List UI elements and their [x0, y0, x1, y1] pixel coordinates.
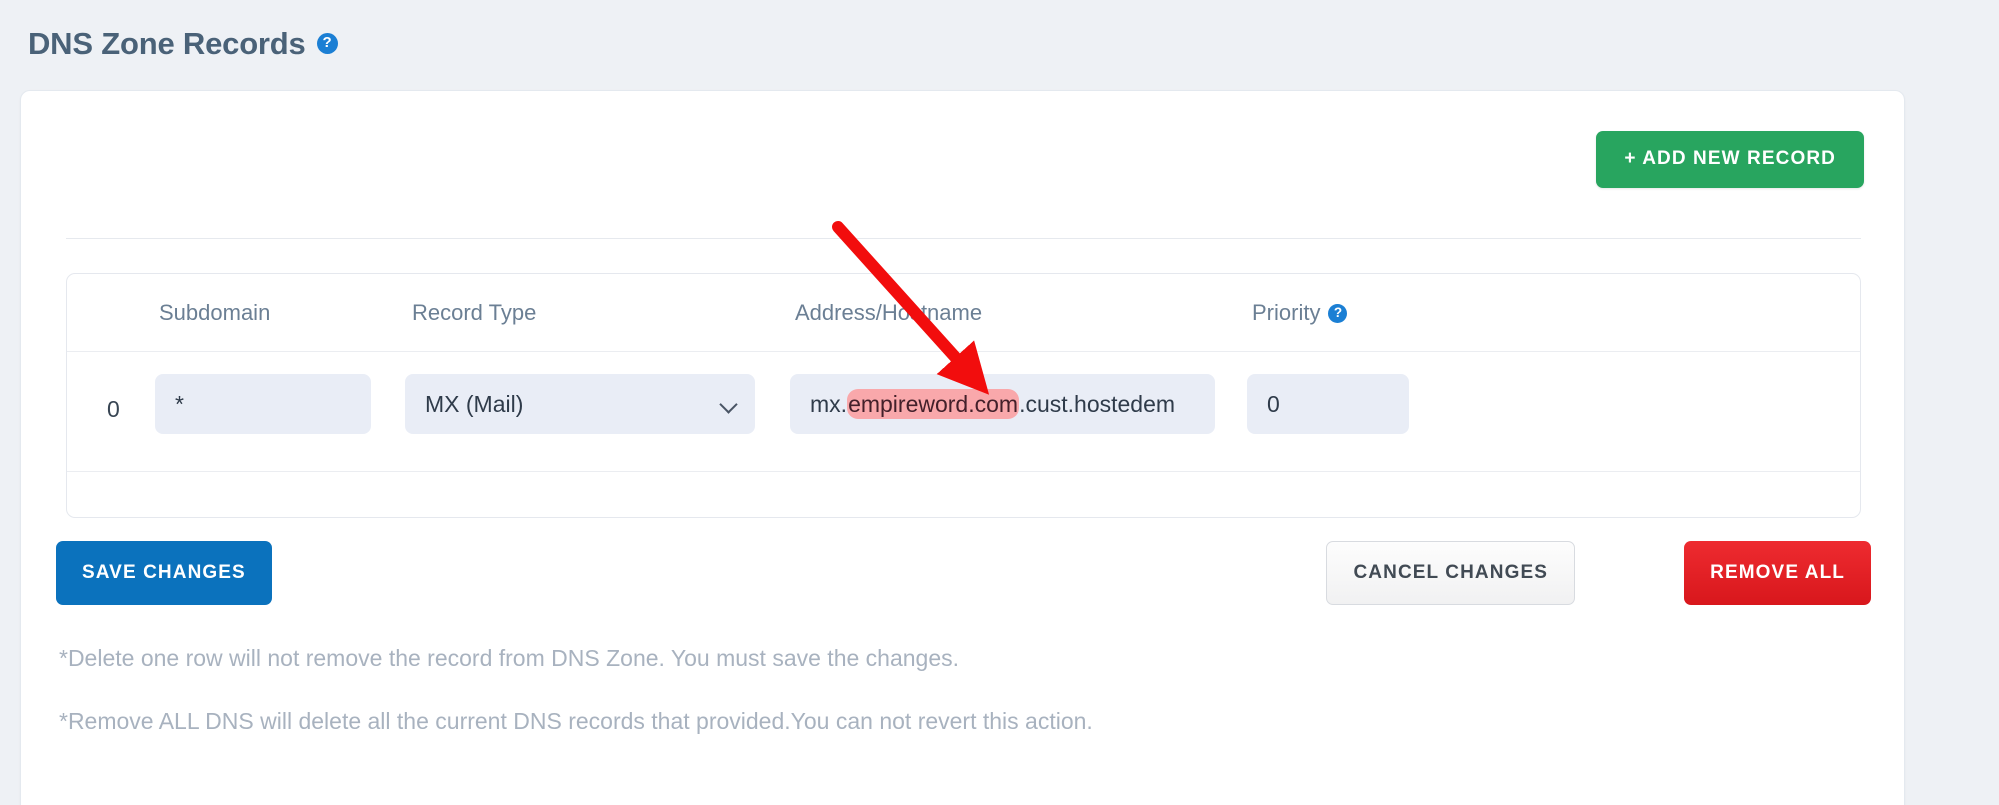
table-row-spacer [67, 472, 1860, 516]
dns-records-card: + ADD NEW RECORD Subdomain Record Type A… [20, 90, 1905, 805]
action-button-row: SAVE CHANGES CANCEL CHANGES REMOVE ALL [56, 541, 1871, 609]
toolbar-divider [66, 238, 1861, 239]
column-header-priority-label: Priority [1252, 300, 1320, 326]
priority-input[interactable] [1247, 374, 1409, 434]
page-title: DNS Zone Records ? [28, 22, 338, 64]
cancel-changes-button[interactable]: CANCEL CHANGES [1326, 541, 1575, 605]
subdomain-input[interactable] [155, 374, 371, 434]
save-changes-button[interactable]: SAVE CHANGES [56, 541, 272, 605]
footnotes: *Delete one row will not remove the reco… [59, 646, 1859, 773]
address-redacted-domain: empireword.com [847, 389, 1019, 419]
table-row: 0 MX (Mail) mx.empireword.com.cust.hoste… [67, 352, 1860, 472]
column-header-priority: Priority ? [1252, 300, 1347, 326]
column-header-subdomain: Subdomain [159, 300, 270, 326]
dns-zone-records-page: DNS Zone Records ? + ADD NEW RECORD Subd… [0, 0, 1999, 805]
column-header-record-type: Record Type [412, 300, 536, 326]
add-new-record-button[interactable]: + ADD NEW RECORD [1596, 131, 1864, 188]
card-toolbar: + ADD NEW RECORD [1596, 131, 1864, 188]
address-hostname-input[interactable]: mx.empireword.com.cust.hostedem [790, 374, 1215, 434]
address-prefix: mx. [810, 391, 847, 417]
record-type-select-value[interactable]: MX (Mail) [405, 374, 755, 434]
remove-all-button[interactable]: REMOVE ALL [1684, 541, 1871, 605]
record-type-select[interactable]: MX (Mail) [405, 374, 755, 434]
dns-records-table: Subdomain Record Type Address/Hostname P… [66, 273, 1861, 518]
priority-question-circle-icon[interactable]: ? [1328, 304, 1347, 323]
column-header-address: Address/Hostname [795, 300, 982, 326]
table-header-row: Subdomain Record Type Address/Hostname P… [67, 274, 1860, 352]
page-title-text: DNS Zone Records [28, 28, 306, 59]
row-index: 0 [107, 396, 120, 423]
address-suffix: .cust.hostedem [1019, 391, 1175, 417]
footnote-delete-row: *Delete one row will not remove the reco… [59, 646, 1859, 671]
question-circle-icon[interactable]: ? [317, 33, 338, 54]
footnote-remove-all: *Remove ALL DNS will delete all the curr… [59, 709, 1859, 734]
